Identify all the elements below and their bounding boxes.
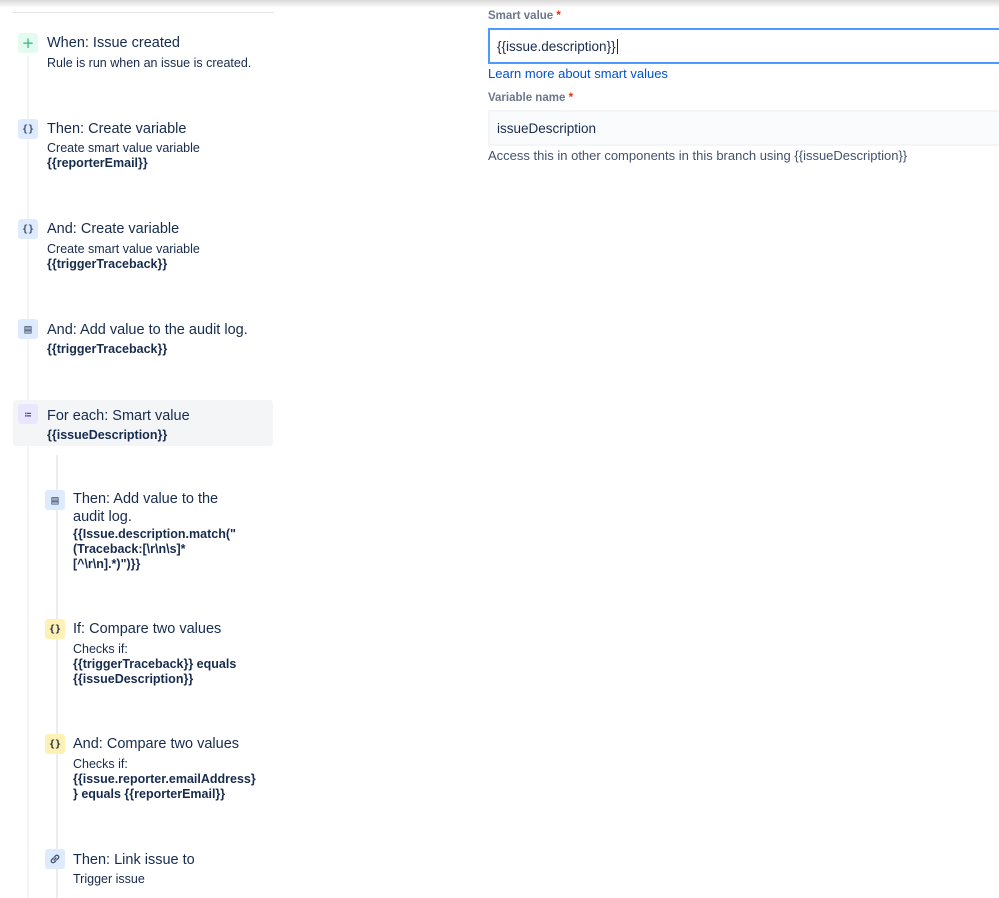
plus-icon: + bbox=[18, 33, 38, 53]
component-title: Then: Link issue to bbox=[73, 852, 195, 868]
component-value: {{triggerTraceback}} bbox=[47, 257, 168, 271]
component-description: Rule is run when an issue is created. bbox=[47, 56, 252, 70]
rule-timeline bbox=[27, 56, 29, 898]
variable-name-label: Variable name * bbox=[488, 92, 574, 104]
smart-value-input[interactable]: {{issue.description}} bbox=[488, 28, 999, 64]
component-title: For each: Smart value bbox=[47, 408, 190, 424]
braces-icon: {} bbox=[18, 119, 38, 139]
component-description: Create smart value variable bbox=[47, 242, 200, 256]
component-value: [^\r\n].*)")}} bbox=[73, 557, 141, 571]
component-title: And: Create variable bbox=[47, 221, 180, 237]
component-description: Create smart value variable bbox=[47, 141, 200, 155]
component-title: If: Compare two values bbox=[73, 621, 222, 637]
rule-component-link-issue[interactable]: Then: Link issue to Trigger issue bbox=[41, 846, 273, 890]
braces-icon: {} bbox=[45, 734, 65, 754]
component-value: } equals {{reporterEmail}} bbox=[73, 787, 226, 801]
rule-component-trigger[interactable]: + When: Issue created Rule is run when a… bbox=[14, 30, 274, 78]
text-caret bbox=[616, 38, 618, 54]
braces-icon: {} bbox=[45, 619, 65, 639]
component-value: {{Issue.description.match(" bbox=[73, 527, 236, 541]
variable-name-input[interactable]: issueDescription bbox=[488, 110, 999, 146]
component-value: {{triggerTraceback}} equals bbox=[73, 657, 237, 671]
component-title: Then: Create variable bbox=[47, 121, 187, 137]
braces-icon: {} bbox=[18, 219, 38, 239]
list-icon: ≔ bbox=[18, 404, 38, 424]
component-value: {{issue.reporter.emailAddress} bbox=[73, 772, 256, 786]
rule-component-condition[interactable]: {} And: Compare two values Checks if: {{… bbox=[41, 731, 273, 803]
rule-component-audit-log[interactable]: ▤ Then: Add value to the audit log. {{Is… bbox=[41, 486, 273, 576]
component-title: When: Issue created bbox=[47, 35, 180, 51]
component-description: Checks if: bbox=[73, 757, 128, 771]
component-title: Then: Add value to the bbox=[73, 491, 219, 507]
rule-component-audit-log[interactable]: ▤ And: Add value to the audit log. {{tri… bbox=[14, 316, 274, 360]
rule-component-for-each-branch[interactable]: ≔ For each: Smart value {{issueDescripti… bbox=[13, 400, 273, 446]
component-description: Trigger issue bbox=[73, 872, 145, 886]
window-top-shadow bbox=[0, 0, 999, 8]
learn-more-link[interactable]: Learn more about smart values bbox=[488, 66, 668, 81]
audit-log-icon: ▤ bbox=[18, 319, 38, 339]
rule-component-create-variable[interactable]: {} And: Create variable Create smart val… bbox=[14, 216, 274, 276]
required-marker: * bbox=[568, 92, 574, 104]
component-value: {{issueDescription}} bbox=[47, 428, 168, 442]
component-title-line-2: audit log. bbox=[73, 509, 132, 525]
divider bbox=[12, 12, 274, 13]
rule-component-create-variable[interactable]: {} Then: Create variable Create smart va… bbox=[14, 116, 274, 176]
component-title: And: Compare two values bbox=[73, 736, 240, 752]
rule-component-condition[interactable]: {} If: Compare two values Checks if: {{t… bbox=[41, 616, 273, 688]
component-value: {{issueDescription}} bbox=[73, 672, 194, 686]
component-title: And: Add value to the audit log. bbox=[47, 322, 248, 338]
component-value: {{triggerTraceback}} bbox=[47, 342, 168, 356]
required-marker: * bbox=[556, 10, 561, 22]
component-value: (Traceback:[\r\n\s]* bbox=[73, 542, 186, 556]
link-icon bbox=[45, 849, 65, 869]
smart-value-label: Smart value * bbox=[488, 10, 561, 22]
audit-log-icon: ▤ bbox=[45, 490, 65, 510]
component-value: {{reporterEmail}} bbox=[47, 156, 148, 170]
variable-help-text: Access this in other components in this … bbox=[488, 148, 908, 163]
component-description: Checks if: bbox=[73, 642, 128, 656]
